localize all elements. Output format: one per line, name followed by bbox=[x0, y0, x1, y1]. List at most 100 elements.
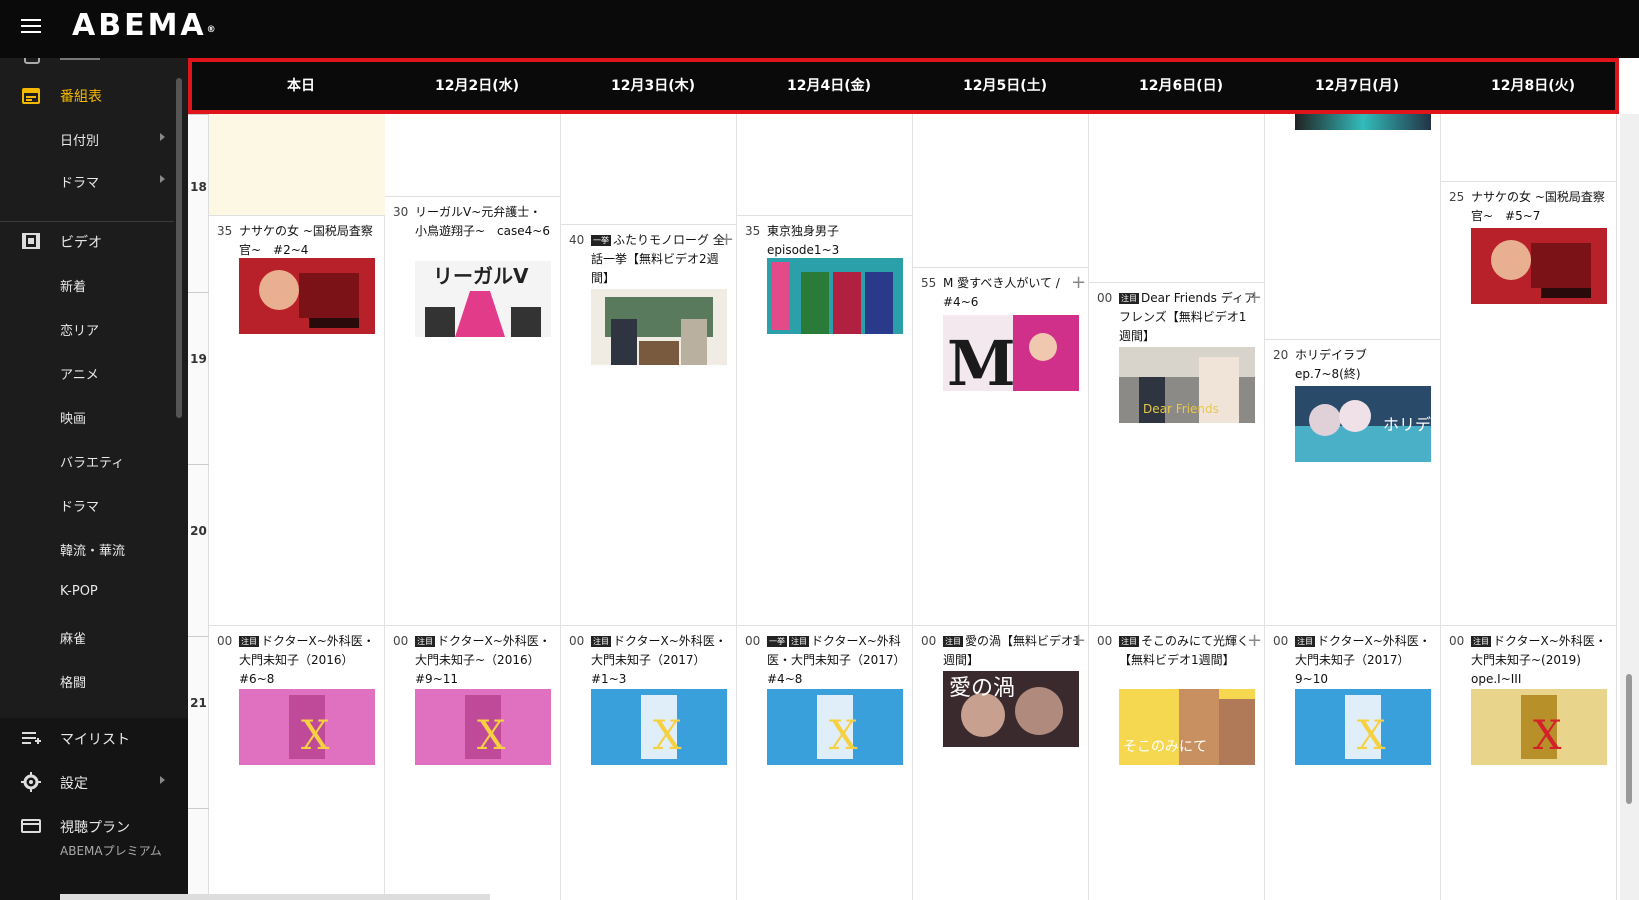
program-cell[interactable]: 00 注目 ドクターX~外科医・大門未知子（2016）#6~8 X bbox=[209, 625, 384, 900]
add-to-mylist-icon[interactable]: + bbox=[719, 231, 734, 249]
program-cell[interactable]: 25 ナサケの女 ~国税局査察官~ #5~7 bbox=[1441, 181, 1616, 625]
program-thumbnail bbox=[1471, 228, 1607, 304]
day-column: 20 ホリデイラブ ep.7~8(終) ホリデイ 00 注目ドクターX~外科医・… bbox=[1265, 114, 1441, 900]
svg-text:X: X bbox=[477, 713, 506, 759]
program-cell[interactable]: 55 M 愛すべき人がいて / #4~6 + M bbox=[913, 267, 1088, 625]
program-cell[interactable]: 40 一挙 ふたりモノローグ 全話一挙【無料ビデオ2週間】 + bbox=[561, 224, 736, 625]
scrollbar-thumb[interactable] bbox=[1626, 674, 1632, 804]
horizontal-scrollbar[interactable] bbox=[60, 894, 490, 900]
tab-today[interactable]: 本日 bbox=[213, 62, 389, 110]
program-cell[interactable]: 00 注目 ドクターX~外科医・大門未知子（2017）9~10 X bbox=[1265, 625, 1440, 900]
sidebar-item-drama-guide[interactable]: ドラマ bbox=[0, 161, 180, 201]
plan-subtitle: ABEMAプレミアム bbox=[60, 844, 162, 858]
svg-text:X: X bbox=[1357, 713, 1386, 759]
day-column: 35 ナサケの女 ~国税局査察官~ #2~4 00 注目 ドクターX~外科医・大門… bbox=[209, 114, 385, 900]
calendar-icon bbox=[22, 88, 40, 104]
program-cell[interactable]: 30 リーガルV~元弁護士・小鳥遊翔子~ case4~6 リーガルV bbox=[385, 196, 560, 625]
sidebar-item-genre-fighting[interactable]: 格闘 bbox=[0, 661, 180, 701]
program-title: 注目 そこのみにて光輝く【無料ビデオ1週間】 bbox=[1119, 634, 1250, 667]
sidebar-item-genre-anime[interactable]: アニメ bbox=[0, 353, 180, 393]
program-thumbnail: そこのみにて bbox=[1119, 689, 1255, 765]
add-to-mylist-icon[interactable]: + bbox=[1071, 274, 1086, 292]
sidebar-item-by-date[interactable]: 日付別 bbox=[0, 119, 180, 159]
program-title: 東京独身男子 episode1~3 bbox=[767, 224, 840, 257]
list-icon bbox=[22, 732, 41, 744]
svg-text:ホリデイ: ホリデイ bbox=[1383, 415, 1431, 434]
sidebar-item-settings[interactable]: 設定 bbox=[0, 762, 180, 802]
add-to-mylist-icon[interactable]: + bbox=[1247, 632, 1262, 650]
sidebar-item-genre-mahjong[interactable]: 麻雀 bbox=[0, 617, 180, 657]
program-cell[interactable]: 00 注目 そこのみにて光輝く【無料ビデオ1週間】 + そこのみにて bbox=[1089, 625, 1264, 900]
program-cell[interactable]: 00 注目 ドクターX~外科医・大門未知子~（2016）#9~11 X bbox=[385, 625, 560, 900]
program-cell[interactable]: 35 東京独身男子 episode1~3 bbox=[737, 215, 912, 625]
sidebar-item-label: 番組表 bbox=[60, 89, 102, 105]
sidebar-item-label: 日付別 bbox=[60, 134, 100, 149]
tab-day-7[interactable]: 12月7日(月) bbox=[1269, 62, 1445, 110]
sidebar-item-genre-movie[interactable]: 映画 bbox=[0, 397, 180, 437]
program-minute: 55 bbox=[921, 276, 937, 290]
sidebar-item-label: 新着 bbox=[60, 280, 87, 295]
sidebar-item-plan[interactable]: 視聴プラン ABEMAプレミアム bbox=[0, 806, 180, 866]
tab-day-6[interactable]: 12月6日(日) bbox=[1093, 62, 1269, 110]
program-cell[interactable]: 00 注目 愛の渦【無料ビデオ1週間】 + 愛の渦 bbox=[913, 625, 1088, 900]
program-title: リーガルV~元弁護士・小鳥遊翔子~ case4~6 bbox=[415, 205, 550, 238]
svg-text:X: X bbox=[653, 713, 682, 759]
program-title: 一挙 ふたりモノローグ 全話一挙【無料ビデオ2週間】 bbox=[591, 233, 725, 285]
program-minute: 20 bbox=[1273, 348, 1289, 362]
svg-text:X: X bbox=[829, 713, 858, 759]
add-to-mylist-icon[interactable]: + bbox=[1071, 632, 1086, 650]
hour-label: 18 bbox=[190, 180, 207, 194]
hour-label: 21 bbox=[190, 696, 207, 710]
program-minute: 35 bbox=[745, 224, 761, 238]
program-cell[interactable]: 00 一挙 注目 ドクターX~外科医・大門未知子（2017）#4~8 X bbox=[737, 625, 912, 900]
program-cell[interactable]: 35 ナサケの女 ~国税局査察官~ #2~4 bbox=[209, 215, 384, 625]
sidebar-item-label: ドラマ bbox=[60, 176, 100, 191]
program-minute: 00 bbox=[921, 634, 937, 648]
sidebar-item-genre-korean[interactable]: 韓流・華流 bbox=[0, 529, 180, 569]
sidebar-scrollbar[interactable] bbox=[176, 78, 182, 418]
tab-day-4[interactable]: 12月4日(金) bbox=[741, 62, 917, 110]
program-cell[interactable]: 00 注目 ドクターX~外科医・大門未知子（2017）#1~3 X bbox=[561, 625, 736, 900]
sidebar-item-genre-romance[interactable]: 恋リア bbox=[0, 309, 180, 349]
program-thumbnail bbox=[1295, 114, 1431, 130]
sidebar-item-cut bbox=[60, 58, 100, 60]
tab-day-3[interactable]: 12月3日(木) bbox=[565, 62, 741, 110]
program-thumbnail: 愛の渦 bbox=[943, 671, 1079, 747]
hour-divider bbox=[188, 292, 209, 293]
sidebar-item-label: 映画 bbox=[60, 412, 87, 427]
badge-featured: 注目 bbox=[415, 636, 435, 647]
program-title: 一挙 注目 ドクターX~外科医・大門未知子（2017）#4~8 bbox=[767, 634, 901, 686]
badge-featured: 注目 bbox=[943, 636, 963, 647]
tab-day-2[interactable]: 12月2日(水) bbox=[389, 62, 565, 110]
chevron-right-icon bbox=[160, 776, 165, 784]
sidebar-item-label: ドラマ bbox=[60, 500, 100, 515]
hour-divider bbox=[188, 808, 209, 809]
abema-logo[interactable]: ABEMA® bbox=[72, 6, 216, 46]
sidebar-item-label: 設定 bbox=[60, 776, 88, 792]
tab-day-5[interactable]: 12月5日(土) bbox=[917, 62, 1093, 110]
program-cell[interactable]: 00 注目 ドクターX~外科医・大門未知子~(2019) ope.I~III X bbox=[1441, 625, 1616, 900]
sidebar-item-guide[interactable]: 番組表 bbox=[0, 75, 180, 115]
svg-text:そこのみにて: そこのみにて bbox=[1123, 739, 1207, 755]
add-to-mylist-icon[interactable]: + bbox=[1247, 289, 1262, 307]
day-column: 35 東京独身男子 episode1~3 00 一挙 注目 ドクターX~外科医・大門… bbox=[737, 114, 913, 900]
sidebar-item-genre-drama[interactable]: ドラマ bbox=[0, 485, 180, 525]
sidebar-item-mylist[interactable]: マイリスト bbox=[0, 718, 180, 758]
program-title: 注目 ドクターX~外科医・大門未知子（2016）#6~8 bbox=[239, 634, 375, 686]
tab-day-8[interactable]: 12月8日(火) bbox=[1445, 62, 1621, 110]
hamburger-menu-icon[interactable] bbox=[18, 15, 44, 41]
program-minute: 00 bbox=[1097, 634, 1113, 648]
hour-column: 18 19 20 21 bbox=[188, 114, 209, 900]
sidebar-item-video[interactable]: ビデオ bbox=[0, 221, 180, 261]
svg-text:リーガルV: リーガルV bbox=[433, 264, 529, 288]
sidebar-item-genre-kpop[interactable]: K-POP bbox=[0, 573, 180, 613]
program-cell[interactable]: 00 注目 Dear Friends ディア フレンズ【無料ビデオ1週間】 + D… bbox=[1089, 282, 1264, 625]
badge-featured: 注目 bbox=[1119, 293, 1139, 304]
sidebar-item-genre-variety[interactable]: バラエティ bbox=[0, 441, 180, 481]
sidebar-item-label: 韓流・華流 bbox=[60, 544, 126, 559]
program-cell[interactable]: 20 ホリデイラブ ep.7~8(終) ホリデイ bbox=[1265, 339, 1440, 625]
sidebar-item-genre-new[interactable]: 新着 bbox=[0, 265, 180, 305]
app: ABEMA® 番組表 日付別 ドラマ ビデオ 新着 恋リア アニメ 映画 バラエ… bbox=[0, 0, 1639, 900]
program-title: 注目 愛の渦【無料ビデオ1週間】 bbox=[943, 634, 1081, 667]
grid-scrollbar[interactable] bbox=[1620, 114, 1639, 900]
